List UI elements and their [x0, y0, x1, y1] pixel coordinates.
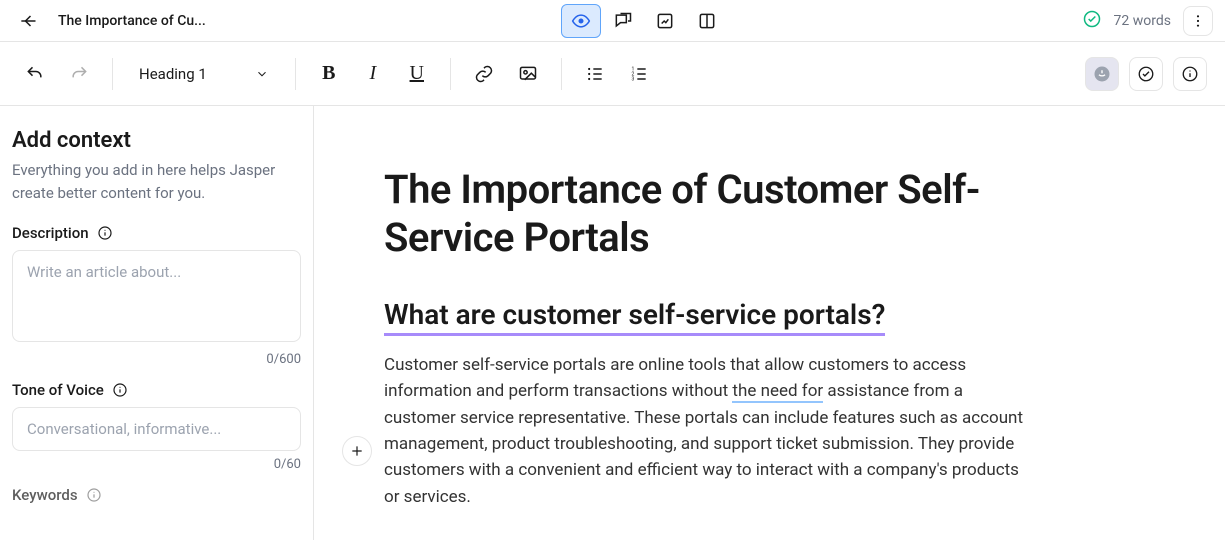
keywords-label-row: Keywords	[12, 486, 301, 504]
grammar-check-button[interactable]	[1085, 57, 1119, 91]
task-complete-button[interactable]	[1129, 57, 1163, 91]
back-button[interactable]	[12, 5, 44, 37]
context-sidebar: Add context Everything you add in here h…	[0, 106, 314, 540]
tab-preview[interactable]	[561, 4, 601, 38]
paragraph-style-select[interactable]: Heading 1	[129, 59, 279, 89]
link-button[interactable]	[467, 57, 501, 91]
document-heading-2[interactable]: What are customer self-service portals?	[384, 298, 885, 336]
more-menu-button[interactable]	[1183, 6, 1213, 36]
bullet-list-button[interactable]	[578, 57, 612, 91]
tab-split[interactable]	[687, 4, 727, 38]
svg-text:3: 3	[631, 76, 634, 82]
word-count: 72 words	[1114, 13, 1171, 29]
paragraph-style-label: Heading 1	[139, 65, 207, 83]
tone-label-row: Tone of Voice	[12, 381, 301, 399]
info-icon[interactable]	[97, 225, 113, 241]
tone-input[interactable]	[12, 407, 301, 451]
separator	[450, 58, 451, 90]
description-label: Description	[12, 224, 89, 242]
status-check-icon	[1082, 9, 1102, 33]
chevron-down-icon	[255, 67, 269, 81]
redo-button[interactable]	[62, 57, 96, 91]
tone-label: Tone of Voice	[12, 381, 104, 399]
info-icon[interactable]	[86, 487, 102, 503]
separator	[295, 58, 296, 90]
info-icon[interactable]	[112, 382, 128, 398]
undo-button[interactable]	[18, 57, 52, 91]
main-area: Add context Everything you add in here h…	[0, 106, 1225, 540]
document-content[interactable]: The Importance of Customer Self-Service …	[314, 106, 1094, 530]
description-input[interactable]	[12, 250, 301, 342]
top-bar: The Importance of Cu... 72 words	[0, 0, 1225, 42]
sidebar-subtitle: Everything you add in here helps Jasper …	[12, 159, 301, 204]
image-button[interactable]	[511, 57, 545, 91]
numbered-list-button[interactable]: 123	[622, 57, 656, 91]
suggestion-underline[interactable]: the need for	[732, 381, 823, 403]
bold-button[interactable]: B	[312, 57, 346, 91]
italic-button[interactable]: I	[356, 57, 390, 91]
view-mode-tabs	[561, 4, 727, 38]
separator	[112, 58, 113, 90]
document-heading-1[interactable]: The Importance of Customer Self-Service …	[384, 166, 1024, 262]
underline-button[interactable]: U	[400, 57, 434, 91]
tone-counter: 0/60	[12, 457, 301, 472]
tab-comments[interactable]	[603, 4, 643, 38]
description-counter: 0/600	[12, 352, 301, 367]
keywords-label: Keywords	[12, 486, 78, 504]
formatting-toolbar: Heading 1 B I U 123	[0, 42, 1225, 106]
separator	[561, 58, 562, 90]
info-button[interactable]	[1173, 57, 1207, 91]
tab-outline[interactable]	[645, 4, 685, 38]
document-paragraph[interactable]: Customer self-service portals are online…	[384, 352, 1024, 510]
add-block-button[interactable]	[342, 436, 372, 466]
sidebar-title: Add context	[12, 128, 301, 153]
document-canvas: The Importance of Customer Self-Service …	[314, 106, 1225, 540]
document-title-short[interactable]: The Importance of Cu...	[58, 13, 206, 29]
description-label-row: Description	[12, 224, 301, 242]
